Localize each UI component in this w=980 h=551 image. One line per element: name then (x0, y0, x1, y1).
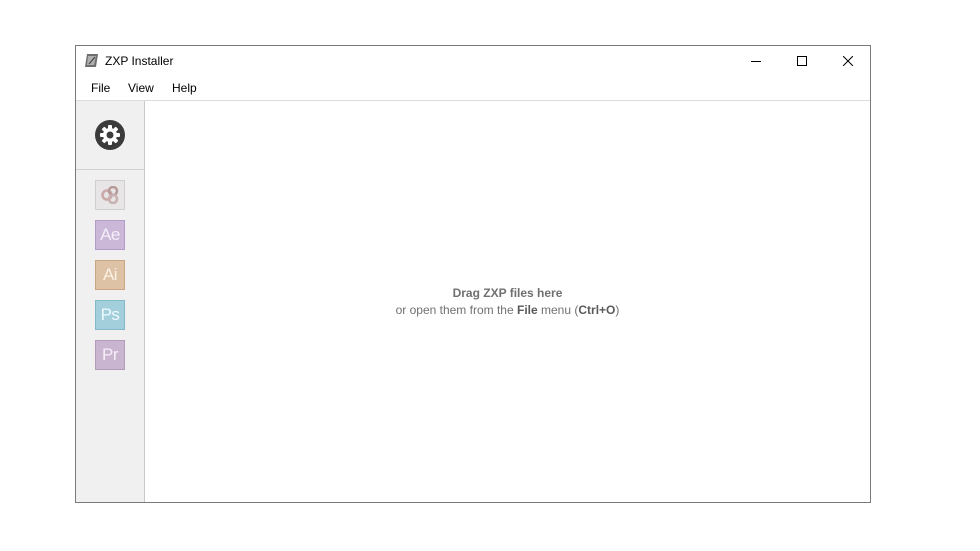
sidebar: Ae Ai Ps Pr (76, 101, 145, 502)
sidebar-divider (76, 169, 144, 170)
drop-hint: Drag ZXP files here or open them from th… (145, 285, 870, 319)
premiere-button[interactable]: Pr (95, 340, 125, 370)
zxp-installer-icon (85, 54, 98, 67)
drop-subtitle: or open them from the File menu (Ctrl+O) (396, 303, 620, 317)
drop-title: Drag ZXP files here (452, 286, 563, 300)
drop-sub-prefix: or open them from the (395, 303, 514, 317)
photoshop-button[interactable]: Ps (95, 300, 125, 330)
maximize-button[interactable] (779, 46, 825, 76)
drop-sub-middle: menu ( (541, 303, 579, 317)
menu-bar: File View Help (76, 76, 870, 101)
close-icon (843, 56, 853, 66)
menu-help[interactable]: Help (172, 81, 197, 95)
menu-file[interactable]: File (91, 81, 110, 95)
creative-cloud-button[interactable] (95, 180, 125, 210)
drop-sub-menu: File (517, 303, 538, 317)
minimize-icon (751, 61, 761, 62)
window-title: ZXP Installer (105, 54, 174, 68)
title-bar[interactable]: ZXP Installer (76, 46, 870, 76)
after-effects-button[interactable]: Ae (95, 220, 125, 250)
drop-sub-shortcut: Ctrl+O (578, 303, 616, 317)
close-button[interactable] (825, 46, 871, 76)
drop-sub-suffix: ) (615, 303, 620, 317)
drop-zone[interactable]: Drag ZXP files here or open them from th… (145, 101, 870, 502)
creative-cloud-icon (101, 186, 119, 204)
app-window: ZXP Installer File View Help Ae Ai Ps Pr… (75, 45, 871, 503)
minimize-button[interactable] (733, 46, 779, 76)
menu-view[interactable]: View (128, 81, 154, 95)
illustrator-button[interactable]: Ai (95, 260, 125, 290)
gear-icon[interactable] (95, 120, 125, 150)
maximize-icon (797, 56, 807, 66)
